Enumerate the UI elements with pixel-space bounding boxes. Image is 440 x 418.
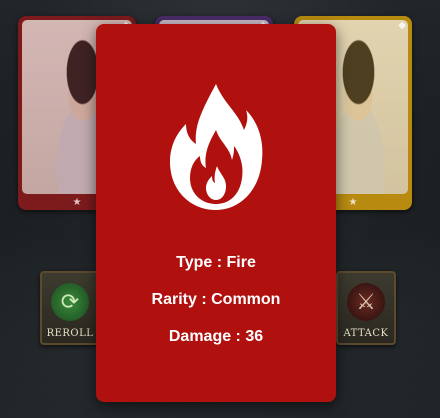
card-type-text: Type : Fire xyxy=(176,254,256,271)
reroll-label: REROLL xyxy=(46,328,94,339)
crossed-swords-icon: ⚔ xyxy=(347,283,385,321)
card-corner-icon: ◆ xyxy=(398,20,406,31)
attack-label: ATTACK xyxy=(343,328,389,339)
reroll-button[interactable]: ⟳ REROLL xyxy=(40,271,100,345)
card-rarity-text: Rarity : Common xyxy=(151,291,281,308)
reroll-icon: ⟳ xyxy=(51,283,89,321)
card-damage-text: Damage : 36 xyxy=(168,328,264,345)
attack-button[interactable]: ⚔ ATTACK xyxy=(336,271,396,345)
fire-icon xyxy=(96,82,336,214)
card-detail-popup[interactable]: Type : Fire Rarity : Common Damage : 36 xyxy=(96,24,336,402)
